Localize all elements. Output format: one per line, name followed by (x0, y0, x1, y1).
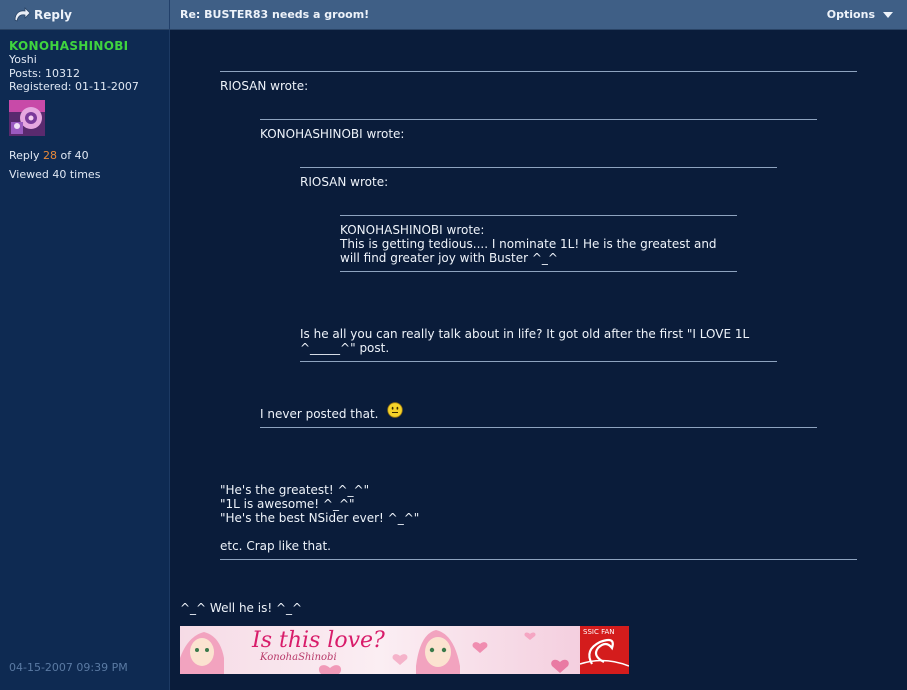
quote-text: "1L is awesome! ^_^" (220, 497, 355, 511)
reply-button[interactable]: Reply (0, 0, 170, 29)
quote-text: This is getting tedious.... I nominate 1… (340, 237, 717, 251)
quote-author: KONOHASHINOBI wrote: (340, 223, 485, 237)
author-posts: Posts: 10312 (9, 67, 80, 80)
quote-text: Is he all you can really talk about in l… (300, 327, 750, 341)
signature-artwork (180, 626, 629, 674)
reply-prefix: Reply (9, 149, 43, 162)
author-sidebar: KONOHASHINOBI Yoshi Posts: 10312 Registe… (0, 30, 170, 690)
avatar[interactable] (9, 100, 45, 136)
author-registered: Registered: 01-11-2007 (9, 80, 139, 93)
quote-text: etc. Crap like that. (220, 539, 331, 553)
view-count: Viewed 40 times (9, 168, 101, 181)
signature-title: Is this love? (252, 628, 385, 653)
reply-number: 28 (42, 149, 57, 162)
options-menu[interactable]: Options (827, 8, 893, 21)
quote-rule (260, 119, 817, 120)
quote-rule (260, 427, 817, 428)
dropdown-triangle-icon (883, 11, 893, 18)
quote-author: RIOSAN wrote: (220, 79, 309, 93)
reply-label: Reply (34, 7, 72, 22)
author-rank: Yoshi (9, 53, 37, 66)
signature-banner: Is this love? KonohaShinobi SSIC FAN (180, 626, 629, 674)
quote-rule (340, 215, 737, 216)
quote-text: "He's the best NSider ever! ^_^" (220, 511, 420, 525)
reply-text: ^_^ Well he is! ^_^ (180, 601, 303, 615)
smiley-icon (387, 402, 403, 418)
quote-rule (300, 167, 777, 168)
quote-author: RIOSAN wrote: (300, 175, 389, 189)
quote-rule (220, 559, 857, 560)
post-header-bar: Reply Re: BUSTER83 needs a groom! Option… (0, 0, 907, 30)
signature-badge: SSIC FAN (583, 628, 615, 636)
signature-subtitle: KonohaShinobi (260, 652, 337, 663)
post-date: 04-15-2007 09:39 PM (9, 661, 128, 674)
quote-rule (300, 361, 777, 362)
author-username[interactable]: KONOHASHINOBI (9, 39, 128, 53)
quote-text: will find greater joy with Buster ^_^ (340, 251, 558, 265)
quote-rule (340, 271, 737, 272)
reply-count: Reply 28 of 40 (9, 149, 89, 162)
reply-arrow-icon (14, 6, 31, 22)
thread-title: Re: BUSTER83 needs a groom! (180, 8, 370, 21)
quote-author: KONOHASHINOBI wrote: (260, 127, 405, 141)
reply-suffix: of 40 (56, 149, 89, 162)
quote-text: "He's the greatest! ^_^" (220, 483, 370, 497)
options-label: Options (826, 8, 875, 21)
quote-rule (220, 71, 857, 72)
quote-text: I never posted that. (260, 407, 379, 421)
quote-text: ^_____^" post. (300, 341, 390, 355)
